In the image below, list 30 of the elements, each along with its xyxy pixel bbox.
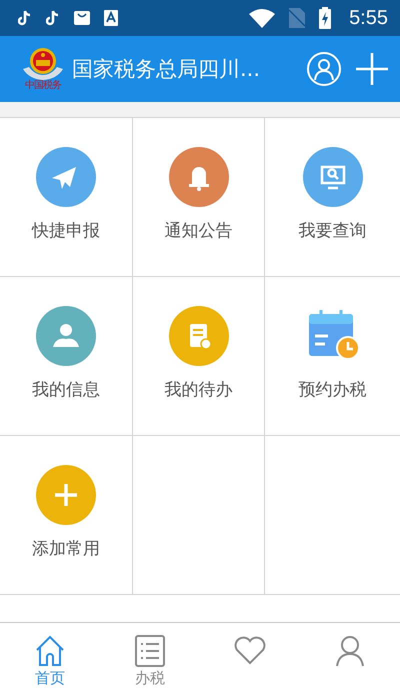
shortcut-item[interactable]: 我的信息 bbox=[32, 306, 100, 401]
bag-icon bbox=[74, 11, 90, 25]
music-note-icon bbox=[18, 10, 32, 26]
person-icon bbox=[36, 306, 96, 366]
heart-icon bbox=[233, 635, 267, 665]
app-title: 国家税务总局四川... bbox=[72, 56, 260, 83]
monitor-icon bbox=[302, 147, 362, 207]
status-time: 5:55 bbox=[349, 6, 388, 30]
person-icon bbox=[335, 635, 365, 667]
profile-button[interactable] bbox=[306, 51, 342, 87]
shortcut-item[interactable]: 快捷申报 bbox=[32, 147, 100, 242]
no-sim-icon bbox=[289, 8, 306, 28]
list-icon bbox=[135, 635, 165, 667]
add-button[interactable] bbox=[354, 51, 390, 87]
wifi-icon bbox=[249, 8, 276, 28]
music-note-icon bbox=[46, 10, 60, 26]
shortcut-item[interactable]: 我要查询 bbox=[298, 147, 366, 242]
shortcut-item[interactable]: 添加常用 bbox=[32, 465, 100, 560]
logo-caption: 中国税务 bbox=[25, 81, 61, 91]
emblem-icon bbox=[21, 47, 65, 81]
app-icon bbox=[104, 10, 118, 26]
bell-icon bbox=[168, 147, 228, 207]
battery-charging-icon bbox=[319, 7, 332, 29]
doc-icon bbox=[168, 306, 228, 366]
plus-icon bbox=[36, 465, 96, 525]
shortcut-item[interactable]: 预约办税 bbox=[298, 306, 366, 401]
shortcut-item[interactable]: 通知公告 bbox=[164, 147, 232, 242]
shortcut-item[interactable]: 我的待办 bbox=[164, 306, 232, 401]
home-icon bbox=[35, 635, 65, 667]
plane-icon bbox=[36, 147, 96, 207]
